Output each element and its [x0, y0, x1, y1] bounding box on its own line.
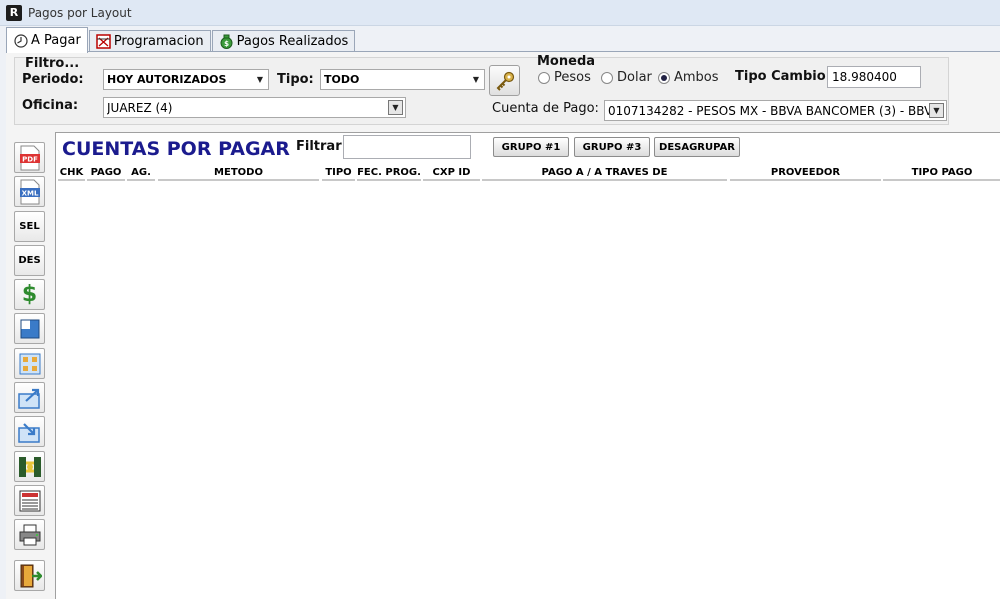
radio-ambos-label: Ambos	[674, 70, 719, 85]
oficina-label: Oficina:	[22, 98, 79, 113]
column-header-cxp-id[interactable]: CXP ID	[423, 166, 480, 181]
deselect-all-button[interactable]: DES	[14, 245, 45, 276]
tab-panel: Filtro... Periodo: HOY AUTORIZADOS ▼ Tip…	[6, 51, 1000, 599]
pdf-icon-text: PDF	[22, 155, 38, 163]
column-header-fec-prog[interactable]: FEC. PROG.	[357, 166, 421, 181]
key-icon	[496, 71, 514, 91]
grupo-1-button[interactable]: GRUPO #1	[493, 137, 569, 157]
tab-a-pagar[interactable]: A Pagar	[6, 27, 88, 53]
money-bag-icon: $	[219, 34, 234, 49]
tipo-select[interactable]: TODO ▼	[320, 69, 485, 90]
column-header-ag[interactable]: AG.	[127, 166, 155, 181]
export-icon	[17, 388, 40, 409]
export-button[interactable]	[14, 382, 45, 413]
tab-label: Programacion	[113, 34, 204, 49]
xml-icon: XML	[19, 179, 40, 204]
clock-icon	[13, 33, 28, 48]
periodo-label: Periodo:	[22, 72, 84, 87]
oficina-value: JUAREZ (4)	[107, 100, 173, 115]
exit-icon	[20, 564, 42, 587]
pdf-button[interactable]: PDF	[14, 142, 45, 173]
xml-button[interactable]: XML	[14, 176, 45, 207]
grupo-3-button[interactable]: GRUPO #3	[574, 137, 650, 157]
import-button[interactable]	[14, 416, 45, 447]
deselect-all-label: DES	[18, 255, 41, 266]
radio-dot	[658, 71, 670, 84]
column-header-pago-a[interactable]: PAGO A / A TRAVES DE	[482, 166, 727, 181]
radio-pesos[interactable]: Pesos	[538, 70, 591, 85]
chevron-down-icon: ▼	[472, 75, 480, 84]
column-header-metodo[interactable]: METODO	[158, 166, 319, 181]
dollar-button[interactable]: $	[14, 279, 45, 310]
filtrar-label: Filtrar:	[296, 139, 347, 154]
column-header-pago[interactable]: PAGO	[87, 166, 125, 181]
import-icon	[17, 422, 40, 443]
periodo-select[interactable]: HOY AUTORIZADOS ▼	[103, 69, 269, 90]
tipo-value: TODO	[324, 73, 360, 86]
transfer-button[interactable]	[14, 451, 45, 482]
radio-pesos-label: Pesos	[554, 70, 591, 85]
desagrupar-button[interactable]: DESAGRUPAR	[654, 137, 740, 157]
side-toolbar: PDF XML SEL DES $	[14, 142, 46, 599]
column-header-chk[interactable]: CHK	[58, 166, 85, 181]
column-header-tipo[interactable]: TIPO	[322, 166, 355, 181]
tipo-cambio-input[interactable]: 18.980400	[827, 66, 921, 88]
oficina-select[interactable]: JUAREZ (4) ▼	[103, 97, 406, 118]
moneda-label: Moneda	[537, 54, 596, 69]
tipo-cambio-label: Tipo Cambio:	[735, 69, 831, 84]
select-all-button[interactable]: SEL	[14, 211, 45, 242]
layout-icon	[20, 319, 39, 338]
tab-label: Pagos Realizados	[236, 34, 349, 49]
periodo-value: HOY AUTORIZADOS	[107, 73, 227, 86]
column-header-proveedor[interactable]: PROVEEDOR	[730, 166, 881, 181]
dollar-icon: $	[21, 282, 38, 307]
radio-dot	[601, 71, 613, 84]
chevron-down-icon: ▼	[256, 75, 264, 84]
select-all-label: SEL	[19, 221, 40, 232]
tab-label: A Pagar	[31, 33, 81, 48]
filtrar-input[interactable]	[343, 135, 471, 159]
cuenta-pago-select[interactable]: 0107134282 - PESOS MX - BBVA BANCOMER (3…	[604, 100, 947, 121]
report-icon	[19, 490, 40, 511]
calendar-icon	[96, 34, 111, 49]
chevron-down-icon: ▼	[388, 100, 403, 115]
grid-icon	[19, 353, 40, 374]
tipo-label: Tipo:	[277, 72, 314, 87]
radio-dot	[538, 71, 550, 84]
window-title: Pagos por Layout	[28, 5, 132, 20]
cuentas-por-pagar-panel: CUENTAS POR PAGAR Filtrar: GRUPO #1 GRUP…	[55, 132, 1000, 599]
printer-icon	[19, 524, 40, 545]
radio-dolar[interactable]: Dolar	[601, 70, 652, 85]
xml-icon-text: XML	[21, 189, 38, 197]
filter-group-label: Filtro...	[25, 56, 80, 71]
cuenta-pago-label: Cuenta de Pago:	[492, 101, 599, 116]
radio-ambos[interactable]: Ambos	[658, 70, 719, 85]
chevron-down-icon: ▼	[929, 103, 944, 118]
app-icon: R	[6, 4, 22, 21]
radio-dolar-label: Dolar	[617, 70, 652, 85]
tab-programacion[interactable]: Programacion	[88, 30, 211, 52]
title-bar: R Pagos por Layout	[0, 0, 1000, 26]
grid-button[interactable]	[14, 348, 45, 379]
moneda-group: Moneda Pesos Dolar Ambos Tipo Cambio: 18…	[534, 54, 952, 98]
report-button[interactable]	[14, 485, 45, 516]
cuenta-pago-value: 0107134282 - PESOS MX - BBVA BANCOMER (3…	[608, 103, 929, 118]
transfer-icon	[18, 456, 41, 477]
layout-button[interactable]	[14, 313, 45, 344]
column-header-tipo-pago[interactable]: TIPO PAGO	[883, 166, 1000, 181]
page-title: CUENTAS POR PAGAR	[62, 138, 290, 160]
tab-pagos-realizados[interactable]: $ Pagos Realizados	[211, 30, 356, 52]
print-button[interactable]	[14, 519, 45, 550]
key-button[interactable]	[489, 65, 520, 96]
tab-strip: A Pagar Programacion $ Pagos Realizados	[6, 26, 356, 53]
exit-button[interactable]	[14, 560, 45, 591]
grid-header: CHK PAGO AG. METODO TIPO FEC. PROG. CXP …	[58, 166, 1000, 181]
svg-text:$: $	[224, 40, 229, 48]
pdf-icon: PDF	[19, 145, 40, 170]
